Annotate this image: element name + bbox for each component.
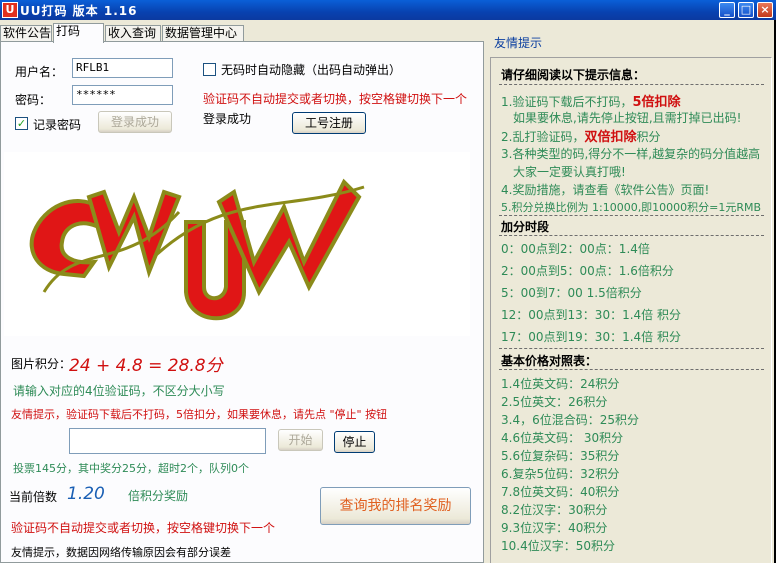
footer-warning: 验证码不自动提交或者切换，按空格键切换下一个 (11, 521, 276, 535)
divider (499, 84, 764, 85)
bonus-item: 5：00到7：00 1.5倍积分 (501, 286, 642, 300)
bonus-heading: 加分时段 (501, 220, 550, 234)
multiplier-label: 当前倍数 (9, 490, 58, 504)
ranking-reward-button[interactable]: 查询我的排名奖励 (320, 487, 471, 525)
tips-heading: 请仔细阅读以下提示信息： (501, 68, 646, 82)
price-item: 9.3位汉字：40积分 (501, 521, 608, 535)
stats-text: 投票145分，其中奖分25分，超时2个，队列0个 (13, 462, 249, 475)
register-button[interactable]: 工号注册 (292, 112, 366, 134)
tip-1: 1.验证码下载后不打码，5倍扣除 (501, 95, 681, 110)
price-item: 8.2位汉字：30积分 (501, 503, 608, 517)
bonus-item: 0：00点到2：00点：1.4倍 (501, 242, 650, 256)
divider (499, 369, 764, 370)
stop-tip: 友情提示，验证码下载后不打码，5倍扣分，如果要休息，请先点 "停止" 按钮 (11, 408, 388, 421)
divider (499, 215, 764, 216)
remember-password-label: 记录密码 (33, 118, 82, 132)
auto-hide-checkbox[interactable] (203, 63, 216, 76)
multiplier-value: 1.20 (67, 484, 105, 504)
tips-pane: 友情提示 请仔细阅读以下提示信息： 1.验证码下载后不打码，5倍扣除 如果要休息… (488, 23, 776, 563)
price-item: 7.8位英文码：40积分 (501, 485, 620, 499)
auto-hide-label: 无码时自动隐藏（出码自动弹出） (221, 63, 402, 77)
tip-3: 3.各种类型的码,得分不一样,越复杂的码分值越高 (501, 147, 761, 161)
price-item: 5.6位复杂码：35积分 (501, 449, 620, 463)
price-item: 2.5位英文：26积分 (501, 395, 608, 409)
tips-title: 友情提示 (494, 36, 543, 50)
divider (499, 235, 764, 236)
bonus-item: 17：00点到19：30：1.4倍 积分 (501, 330, 681, 344)
password-label: 密码： (15, 93, 52, 107)
bonus-item: 12：00点到13：30：1.4倍 积分 (501, 308, 681, 322)
tab-announcement[interactable]: 软件公告 (0, 25, 52, 42)
tab-captcha[interactable]: 打码 (53, 23, 104, 43)
footer-tip: 友情提示，数据因网络传输原因会有部分误差 (11, 546, 231, 559)
login-button[interactable]: 登录成功 (98, 111, 172, 133)
tips-box: 请仔细阅读以下提示信息： 1.验证码下载后不打码，5倍扣除 如果要休息,请先停止… (490, 57, 772, 563)
tip-3-detail: 大家一定要认真打哦! (513, 165, 626, 179)
maximize-button[interactable]: □ (738, 2, 754, 18)
tip-1-detail: 如果要休息,请先停止按钮,且需打掉已出码! (513, 111, 742, 125)
stop-button[interactable]: 停止 (334, 431, 375, 453)
window-title: UU打码 版本 1.16 (20, 4, 138, 18)
tab-data-center[interactable]: 数据管理中心 (162, 25, 244, 42)
price-item: 3.4，6位混合码：25积分 (501, 413, 639, 427)
image-score-label: 图片积分： (11, 357, 72, 371)
instruction-text: 请输入对应的4位验证码，不区分大小写 (13, 384, 225, 398)
price-item: 1.4位英文码：24积分 (501, 377, 620, 391)
captcha-image (4, 152, 470, 336)
tip-4: 4.奖励措施，请查看《软件公告》页面! (501, 183, 710, 197)
password-input[interactable]: ****** (72, 85, 173, 105)
start-button[interactable]: 开始 (278, 429, 323, 451)
title-bar: U UU打码 版本 1.16 _ □ × (0, 0, 776, 20)
bonus-item: 2：00点到5：00点：1.6倍积分 (501, 264, 674, 278)
divider (499, 348, 764, 349)
captcha-panel: 用户名： RFLB1 密码： ****** ✓ 记录密码 登录成功 无码时自动隐… (0, 41, 484, 563)
price-item: 6.复杂5位码：32积分 (501, 467, 620, 481)
multiplier-suffix: 倍积分奖励 (128, 489, 189, 503)
price-heading: 基本价格对照表： (501, 354, 598, 368)
login-status: 登录成功 (203, 112, 252, 126)
username-label: 用户名： (15, 65, 64, 79)
username-input[interactable]: RFLB1 (72, 58, 173, 78)
no-auto-submit-warning: 验证码不自动提交或者切换，按空格键切换下一个 (203, 92, 468, 106)
remember-password-checkbox[interactable]: ✓ (15, 117, 28, 130)
price-item: 10.4位汉字：50积分 (501, 539, 615, 553)
tip-2: 2.乱打验证码，双倍扣除积分 (501, 130, 661, 145)
price-item: 4.6位英文码： 30积分 (501, 431, 624, 445)
tab-income[interactable]: 收入查询 (105, 25, 161, 42)
close-button[interactable]: × (757, 2, 773, 18)
app-icon: U (2, 2, 18, 18)
image-score-value: 24 + 4.8 = 28.8分 (69, 356, 223, 376)
minimize-button[interactable]: _ (719, 2, 735, 18)
captcha-input[interactable] (69, 428, 266, 454)
tip-5: 5.积分兑换比例为 1:10000,即10000积分=1元RMB (501, 201, 762, 214)
